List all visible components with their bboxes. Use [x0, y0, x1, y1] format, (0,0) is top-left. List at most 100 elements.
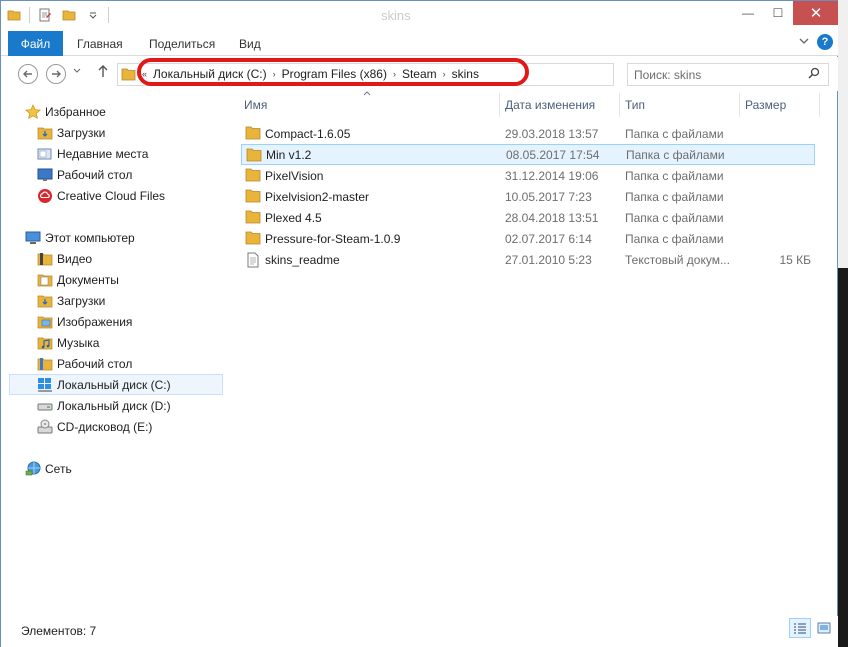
- nav-this-pc[interactable]: Этот компьютер: [25, 227, 135, 248]
- folder-icon: [5, 6, 23, 24]
- file-size: 15 КБ: [779, 252, 811, 267]
- computer-icon: [25, 230, 41, 246]
- documents-folder-icon: [37, 272, 53, 288]
- address-bar[interactable]: « Локальный диск (C:) › Program Files (x…: [117, 63, 720, 86]
- column-header-type[interactable]: Тип: [625, 93, 645, 117]
- breadcrumb-item[interactable]: Program Files (x86): [282, 67, 387, 81]
- back-button[interactable]: [18, 64, 38, 84]
- text-file-icon: [245, 252, 261, 268]
- column-header-date[interactable]: Дата изменения: [505, 93, 595, 117]
- nav-item-recent-places[interactable]: Недавние места: [37, 143, 148, 164]
- explorer-window: skins — ☐ ✕ Файл Главная Поделиться Вид …: [0, 0, 839, 647]
- breadcrumb: « Локальный диск (C:) › Program Files (x…: [142, 67, 479, 81]
- desktop-folder-icon: [37, 356, 53, 372]
- music-folder-icon: [37, 335, 53, 351]
- file-date: 02.07.2017 6:14: [505, 231, 592, 246]
- file-name: PixelVision: [265, 168, 324, 183]
- folder-icon: [245, 210, 261, 224]
- close-button[interactable]: ✕: [793, 1, 839, 25]
- nav-item-label: Загрузки: [57, 125, 106, 140]
- nav-item-label: Рабочий стол: [57, 356, 133, 371]
- tab-file[interactable]: Файл: [8, 31, 63, 56]
- forward-button[interactable]: [46, 64, 66, 84]
- status-bar: Элементов: 7: [1, 616, 839, 647]
- chevron-right-icon[interactable]: ›: [393, 69, 396, 79]
- network-icon: [25, 461, 41, 477]
- chevron-down-icon[interactable]: [799, 37, 809, 48]
- nav-network[interactable]: Сеть: [25, 458, 72, 479]
- file-type: Папка с файлами: [625, 126, 724, 141]
- file-row[interactable]: skins_readme 27.01.2010 5:23 Текстовый д…: [241, 249, 815, 270]
- customize-toolbar-icon[interactable]: [84, 6, 102, 24]
- breadcrumb-overflow[interactable]: «: [142, 69, 147, 79]
- column-header-size[interactable]: Размер: [745, 93, 786, 117]
- desktop-edge: [838, 0, 848, 647]
- large-icons-view-button[interactable]: [813, 618, 835, 638]
- quick-access-toolbar: [5, 6, 109, 24]
- details-view-button[interactable]: [789, 618, 811, 638]
- breadcrumb-item[interactable]: Локальный диск (C:): [153, 67, 267, 81]
- tab-share[interactable]: Поделиться: [149, 31, 215, 56]
- nav-item-label: Видео: [57, 251, 93, 266]
- star-icon: [25, 103, 41, 120]
- nav-item-label: Локальный диск (D:): [57, 398, 171, 413]
- nav-item-videos[interactable]: Видео: [37, 248, 92, 269]
- nav-item-downloads-pc[interactable]: Загрузки: [37, 290, 105, 311]
- creative-cloud-icon: [37, 188, 53, 204]
- chevron-right-icon[interactable]: ›: [443, 69, 446, 79]
- file-name: Min v1.2: [266, 147, 312, 162]
- file-date: 31.12.2014 19:06: [505, 168, 599, 183]
- title-bar: skins — ☐ ✕: [1, 1, 839, 31]
- column-header-name[interactable]: Имя: [244, 93, 267, 117]
- navigation-bar: « Локальный диск (C:) › Program Files (x…: [1, 57, 839, 91]
- file-row[interactable]: PixelVision 31.12.2014 19:06 Папка с фай…: [241, 165, 815, 186]
- file-date: 28.04.2018 13:51: [505, 210, 599, 225]
- recent-locations-button[interactable]: [73, 66, 81, 76]
- file-date: 10.05.2017 7:23: [505, 189, 592, 204]
- maximize-button[interactable]: ☐: [763, 1, 793, 25]
- nav-item-cd-drive[interactable]: CD-дисковод (E:): [37, 416, 152, 437]
- nav-item-desktop-pc[interactable]: Рабочий стол: [37, 353, 132, 374]
- properties-icon[interactable]: [36, 6, 54, 24]
- new-folder-icon[interactable]: [60, 6, 78, 24]
- ribbon-tabs: Файл Главная Поделиться Вид ?: [1, 31, 839, 56]
- file-date: 27.01.2010 5:23: [505, 252, 592, 267]
- file-row[interactable]: Pixelvision2-master 10.05.2017 7:23 Папк…: [241, 186, 815, 207]
- nav-item-downloads[interactable]: Загрузки: [37, 122, 105, 143]
- search-input[interactable]: [634, 67, 804, 82]
- nav-favorites[interactable]: Избранное: [25, 101, 106, 122]
- nav-item-label: Загрузки: [57, 293, 106, 308]
- nav-item-label: Недавние места: [57, 146, 149, 161]
- file-type: Папка с файлами: [625, 231, 724, 246]
- videos-folder-icon: [37, 251, 53, 267]
- file-row-selected[interactable]: Min v1.2 08.05.2017 17:54 Папка с файлам…: [241, 144, 815, 165]
- downloads-folder-icon: [37, 125, 53, 141]
- nav-item-music[interactable]: Музыка: [37, 332, 99, 353]
- cd-drive-icon: [37, 419, 53, 435]
- file-row[interactable]: Pressure-for-Steam-1.0.9 02.07.2017 6:14…: [241, 228, 815, 249]
- breadcrumb-item[interactable]: Steam: [402, 67, 437, 81]
- nav-item-desktop[interactable]: Рабочий стол: [37, 164, 132, 185]
- nav-item-label: Музыка: [57, 335, 100, 350]
- search-box[interactable]: [627, 63, 829, 86]
- help-button[interactable]: ?: [817, 34, 833, 50]
- chevron-right-icon[interactable]: ›: [273, 69, 276, 79]
- search-icon[interactable]: [808, 67, 820, 82]
- nav-item-documents[interactable]: Документы: [37, 269, 119, 290]
- file-type: Папка с файлами: [625, 189, 724, 204]
- nav-item-label: CD-дисковод (E:): [57, 419, 153, 434]
- nav-item-local-disk-c[interactable]: Локальный диск (C:): [9, 374, 223, 395]
- breadcrumb-item[interactable]: skins: [452, 67, 479, 81]
- nav-item-creative-cloud[interactable]: Creative Cloud Files: [37, 185, 165, 206]
- nav-favorites-label: Избранное: [45, 104, 106, 119]
- up-button[interactable]: [97, 64, 109, 81]
- minimize-button[interactable]: —: [733, 1, 763, 25]
- file-name: skins_readme: [265, 252, 340, 267]
- file-row[interactable]: Plexed 4.5 28.04.2018 13:51 Папка с файл…: [241, 207, 815, 228]
- tab-home[interactable]: Главная: [77, 31, 123, 56]
- nav-item-local-disk-d[interactable]: Локальный диск (D:): [37, 395, 171, 416]
- recent-places-icon: [37, 146, 53, 162]
- tab-view[interactable]: Вид: [239, 31, 261, 56]
- file-row[interactable]: Compact-1.6.05 29.03.2018 13:57 Папка с …: [241, 123, 815, 144]
- nav-item-pictures[interactable]: Изображения: [37, 311, 132, 332]
